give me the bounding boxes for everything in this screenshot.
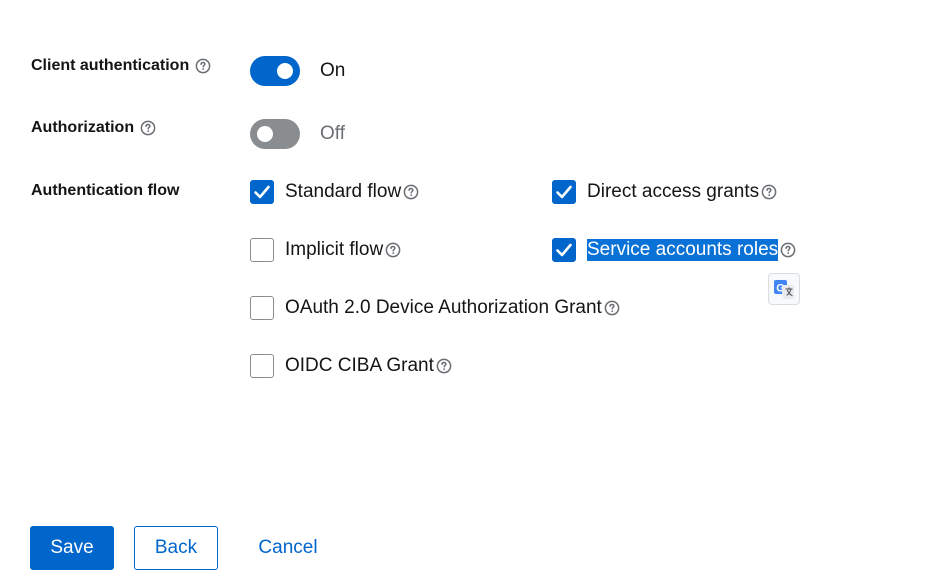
question-circle-icon[interactable] — [436, 358, 452, 374]
cancel-button[interactable]: Cancel — [242, 526, 334, 570]
direct-access-grants-option: Direct access grants — [552, 180, 777, 204]
authorization-toggle[interactable] — [250, 119, 300, 149]
save-button[interactable]: Save — [30, 526, 114, 570]
question-circle-icon[interactable] — [780, 242, 796, 258]
implicit-flow-checkbox[interactable] — [250, 238, 274, 262]
client-authentication-state: On — [320, 60, 346, 81]
direct-access-grants-checkbox[interactable] — [552, 180, 576, 204]
question-circle-icon[interactable] — [385, 242, 401, 258]
service-accounts-roles-label[interactable]: Service accounts roles — [587, 239, 779, 261]
question-circle-icon[interactable] — [195, 58, 211, 74]
client-authentication-toggle[interactable] — [250, 56, 300, 86]
service-accounts-roles-checkbox[interactable] — [552, 238, 576, 262]
authorization-state: Off — [320, 123, 345, 144]
implicit-flow-option: Implicit flow — [250, 238, 401, 262]
checkmark-icon — [556, 243, 572, 257]
back-button[interactable]: Back — [134, 526, 218, 570]
question-circle-icon[interactable] — [140, 120, 156, 136]
oidc-ciba-grant-checkbox[interactable] — [250, 354, 274, 378]
direct-access-grants-label[interactable]: Direct access grants — [587, 181, 759, 203]
oauth-device-grant-option: OAuth 2.0 Device Authorization Grant — [250, 296, 620, 320]
authorization-label: Authorization — [31, 119, 135, 136]
authentication-flow-field-label: Authentication flow — [31, 182, 179, 200]
question-circle-icon[interactable] — [403, 184, 419, 200]
toggle-knob — [257, 126, 273, 142]
oidc-ciba-grant-label[interactable]: OIDC CIBA Grant — [285, 355, 434, 377]
question-circle-icon[interactable] — [761, 184, 777, 200]
client-authentication-label: Client authentication — [31, 57, 190, 74]
client-capability-config-form: Client authentication On Authorization O… — [0, 0, 939, 588]
checkmark-icon — [556, 185, 572, 199]
standard-flow-checkbox[interactable] — [250, 180, 274, 204]
question-circle-icon[interactable] — [604, 300, 620, 316]
standard-flow-option: Standard flow — [250, 180, 419, 204]
service-accounts-roles-option: Service accounts roles — [552, 238, 796, 262]
oidc-ciba-grant-option: OIDC CIBA Grant — [250, 354, 452, 378]
toggle-knob — [277, 63, 293, 79]
oauth-device-grant-checkbox[interactable] — [250, 296, 274, 320]
checkmark-icon — [254, 185, 270, 199]
authorization-field-label: Authorization — [31, 119, 156, 137]
standard-flow-label[interactable]: Standard flow — [285, 181, 401, 203]
oauth-device-grant-label[interactable]: OAuth 2.0 Device Authorization Grant — [285, 297, 602, 319]
implicit-flow-label[interactable]: Implicit flow — [285, 239, 383, 261]
client-authentication-field-label: Client authentication — [31, 57, 211, 75]
google-translate-icon[interactable]: G — [768, 273, 800, 305]
authentication-flow-label: Authentication flow — [31, 182, 180, 199]
